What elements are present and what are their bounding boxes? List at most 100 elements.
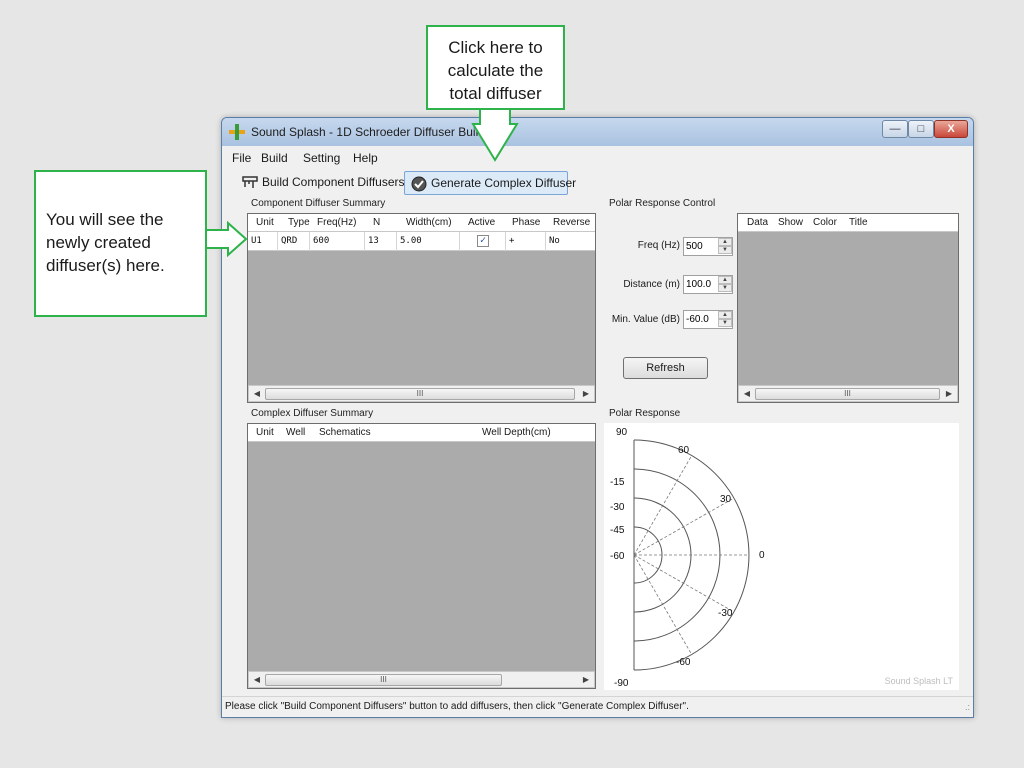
col-n[interactable]: N bbox=[373, 217, 380, 228]
scroll-right-icon[interactable]: ▶ bbox=[579, 387, 593, 401]
distance-label: Distance (m) bbox=[623, 279, 680, 290]
distance-input[interactable] bbox=[684, 276, 717, 293]
polar-response-title: Polar Response bbox=[609, 408, 681, 419]
window-title: Sound Splash - 1D Schroeder Diffuser Bui… bbox=[251, 125, 496, 139]
polar-spokes bbox=[633, 454, 749, 656]
col-schematics[interactable]: Schematics bbox=[319, 427, 371, 438]
col-type[interactable]: Type bbox=[288, 217, 310, 228]
scroll-right-icon[interactable]: ▶ bbox=[942, 387, 956, 401]
spin-up-icon[interactable]: ▲ bbox=[718, 311, 732, 319]
freq-label: Freq (Hz) bbox=[637, 240, 680, 251]
callout-line: You will see the bbox=[46, 210, 164, 229]
polar-list-hscrollbar[interactable]: ◀ III ▶ bbox=[738, 385, 958, 402]
col-color[interactable]: Color bbox=[813, 217, 837, 228]
complex-hscrollbar[interactable]: ◀ III ▶ bbox=[248, 671, 595, 688]
col-data[interactable]: Data bbox=[747, 217, 768, 228]
menu-help[interactable]: Help bbox=[353, 151, 378, 165]
refresh-button[interactable]: Refresh bbox=[623, 357, 708, 379]
scroll-left-icon[interactable]: ◀ bbox=[740, 387, 754, 401]
component-diffuser-grid[interactable]: Unit Type Freq(Hz) N Width(cm) Active Ph… bbox=[247, 213, 596, 403]
spin-up-icon[interactable]: ▲ bbox=[718, 238, 732, 246]
distance-spinner[interactable]: ▲ ▼ bbox=[683, 275, 733, 294]
polar-data-list[interactable]: Data Show Color Title ◀ III ▶ bbox=[737, 213, 959, 403]
polar-plot-svg: 90 60 30 0 -30 -60 -90 -15 -30 -45 -60 bbox=[610, 427, 765, 689]
maximize-button[interactable]: □ bbox=[908, 120, 934, 138]
build-component-diffusers-button[interactable]: Build Component Diffusers bbox=[236, 171, 405, 195]
build-icon bbox=[242, 176, 258, 188]
complex-diffuser-grid[interactable]: Unit Well Schematics Well Depth(cm) ◀ II… bbox=[247, 423, 596, 689]
menu-file[interactable]: File bbox=[232, 151, 251, 165]
cell-freq: 600 bbox=[310, 232, 365, 251]
spin-down-icon[interactable]: ▼ bbox=[718, 284, 732, 292]
radial-label: -15 bbox=[610, 477, 625, 488]
min-value-input[interactable] bbox=[684, 311, 717, 328]
spin-down-icon[interactable]: ▼ bbox=[718, 246, 732, 254]
callout-line: total diffuser bbox=[449, 84, 542, 103]
menu-bar: File Build Setting Help bbox=[223, 148, 971, 168]
polar-control-title: Polar Response Control bbox=[609, 198, 716, 209]
table-row[interactable]: U1 QRD 600 13 5.00 ✓ + No bbox=[248, 232, 595, 251]
app-window: Sound Splash - 1D Schroeder Diffuser Bui… bbox=[221, 117, 974, 718]
freq-spinner[interactable]: ▲ ▼ bbox=[683, 237, 733, 256]
cell-active: ✓ bbox=[460, 232, 506, 251]
angle-label: -30 bbox=[718, 608, 733, 619]
angle-label: -90 bbox=[614, 678, 629, 689]
complex-summary-title: Complex Diffuser Summary bbox=[251, 408, 374, 419]
spin-down-icon[interactable]: ▼ bbox=[718, 319, 732, 327]
col-unit[interactable]: Unit bbox=[256, 217, 274, 228]
angle-label: 90 bbox=[616, 427, 628, 438]
min-value-spinner[interactable]: ▲ ▼ bbox=[683, 310, 733, 329]
spoke-30 bbox=[633, 497, 735, 556]
close-button[interactable]: X bbox=[934, 120, 968, 138]
col-show[interactable]: Show bbox=[778, 217, 803, 228]
callout-line: diffuser(s) here. bbox=[46, 256, 165, 275]
col-phase[interactable]: Phase bbox=[512, 217, 540, 228]
status-bar: Please click "Build Component Diffusers"… bbox=[222, 696, 973, 717]
status-text: Please click "Build Component Diffusers"… bbox=[225, 701, 689, 712]
min-value-label: Min. Value (dB) bbox=[611, 314, 680, 325]
radial-label: -60 bbox=[610, 551, 625, 562]
minimize-button[interactable]: — bbox=[882, 120, 908, 138]
menu-setting[interactable]: Setting bbox=[303, 151, 340, 165]
cell-n: 13 bbox=[365, 232, 397, 251]
col-active[interactable]: Active bbox=[468, 217, 495, 228]
scroll-thumb[interactable]: III bbox=[265, 388, 575, 400]
polar-ring-45 bbox=[633, 526, 663, 584]
cell-type: QRD bbox=[278, 232, 310, 251]
component-hscrollbar[interactable]: ◀ III ▶ bbox=[248, 385, 595, 402]
col-reverse[interactable]: Reverse bbox=[553, 217, 590, 228]
scroll-thumb[interactable]: III bbox=[265, 674, 502, 686]
watermark-text: Sound Splash LT bbox=[884, 676, 953, 686]
freq-input[interactable] bbox=[684, 238, 717, 255]
polar-response-plot: 90 60 30 0 -30 -60 -90 -15 -30 -45 -60 S… bbox=[604, 423, 959, 690]
spoke-neg60 bbox=[633, 554, 693, 656]
complex-grid-header: Unit Well Schematics Well Depth(cm) bbox=[248, 424, 595, 442]
scroll-right-icon[interactable]: ▶ bbox=[579, 673, 593, 687]
generate-complex-diffuser-button[interactable]: Generate Complex Diffuser bbox=[404, 171, 576, 195]
component-grid-header: Unit Type Freq(Hz) N Width(cm) Active Ph… bbox=[248, 214, 595, 232]
col-well[interactable]: Well bbox=[286, 427, 305, 438]
callout-line: calculate the bbox=[447, 61, 544, 80]
angle-label: 60 bbox=[678, 445, 690, 456]
angle-label: 0 bbox=[759, 550, 765, 561]
resize-grip-icon[interactable]: .: bbox=[965, 702, 970, 712]
col-unit[interactable]: Unit bbox=[256, 427, 274, 438]
cell-reverse: No bbox=[549, 236, 560, 246]
title-bar[interactable]: Sound Splash - 1D Schroeder Diffuser Bui… bbox=[222, 118, 973, 146]
scroll-left-icon[interactable]: ◀ bbox=[250, 387, 264, 401]
callout-line: Click here to bbox=[448, 38, 543, 57]
scroll-left-icon[interactable]: ◀ bbox=[250, 673, 264, 687]
cell-unit: U1 bbox=[248, 232, 278, 251]
generate-check-icon bbox=[411, 176, 427, 192]
menu-build[interactable]: Build bbox=[261, 151, 288, 165]
col-freq[interactable]: Freq(Hz) bbox=[317, 217, 356, 228]
active-checkbox[interactable]: ✓ bbox=[477, 235, 489, 247]
col-well-depth[interactable]: Well Depth(cm) bbox=[482, 427, 551, 438]
build-button-label: Build Component Diffusers bbox=[262, 175, 405, 189]
spin-up-icon[interactable]: ▲ bbox=[718, 276, 732, 284]
angle-label: -60 bbox=[676, 657, 691, 668]
col-title[interactable]: Title bbox=[849, 217, 868, 228]
scroll-thumb[interactable]: III bbox=[755, 388, 940, 400]
callout-generate-hint: Click here to calculate the total diffus… bbox=[426, 25, 565, 110]
col-width[interactable]: Width(cm) bbox=[406, 217, 452, 228]
